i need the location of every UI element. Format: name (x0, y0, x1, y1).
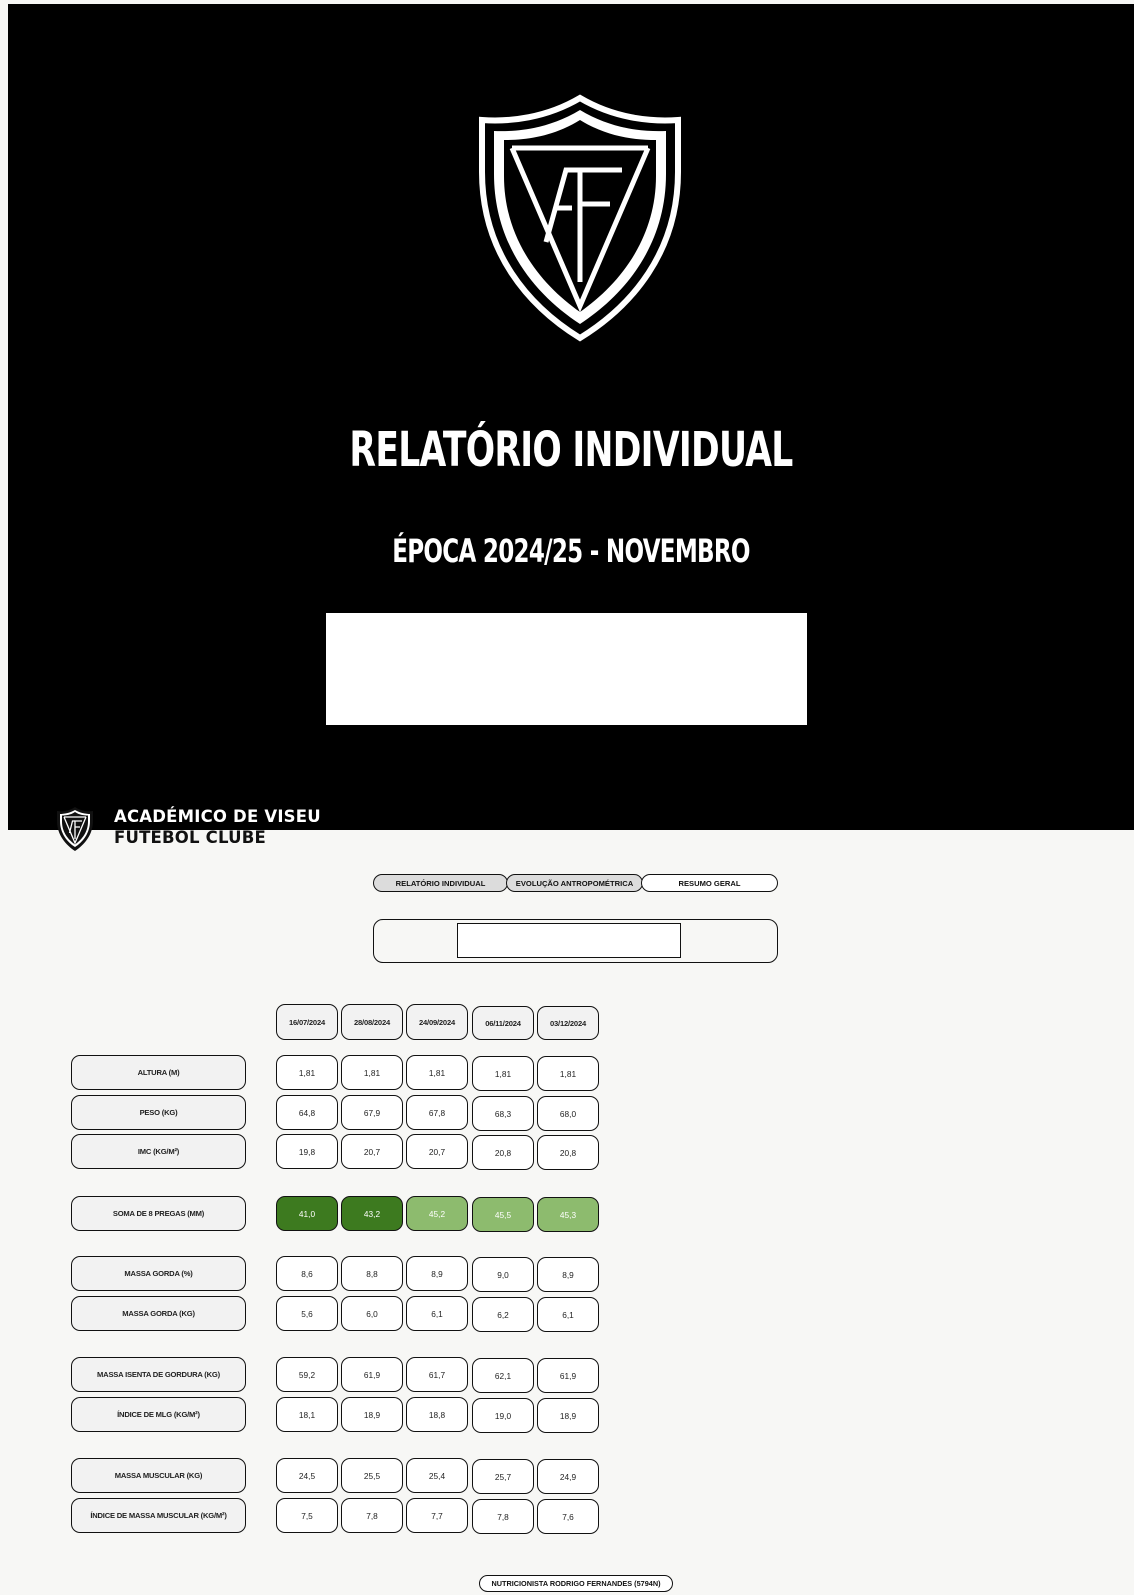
cover-section: RELATÓRIO INDIVIDUAL ÉPOCA 2024/25 - NOV… (8, 4, 1134, 830)
tab-evolucao-antropometrica[interactable]: EVOLUÇÃO ANTROPOMÉTRICA (506, 874, 643, 892)
metric-value: 18,8 (406, 1397, 468, 1432)
metric-value: 61,7 (406, 1357, 468, 1392)
metric-value: 18,9 (537, 1398, 599, 1433)
shield-logo-icon (57, 807, 93, 851)
metric-label: IMC (KG/M²) (71, 1134, 246, 1169)
metric-label: MASSA GORDA (%) (71, 1256, 246, 1291)
metric-value: 45,3 (537, 1197, 599, 1232)
metric-value: 25,7 (472, 1459, 534, 1494)
metric-label: MASSA ISENTA DE GORDURA (KG) (71, 1357, 246, 1392)
metric-value: 1,81 (472, 1056, 534, 1091)
metric-value: 24,5 (276, 1458, 338, 1493)
club-header: ACADÉMICO DE VISEU FUTEBOL CLUBE (56, 806, 321, 854)
metric-value: 20,8 (537, 1135, 599, 1170)
metric-value: 45,2 (406, 1196, 468, 1231)
metric-label: PESO (KG) (71, 1095, 246, 1130)
metric-value: 8,6 (276, 1256, 338, 1291)
metric-value: 7,8 (341, 1498, 403, 1533)
metric-value: 7,5 (276, 1498, 338, 1533)
metric-label: ALTURA (M) (71, 1055, 246, 1090)
nutritionist-badge: NUTRICIONISTA RODRIGO FERNANDES (5794N) (479, 1575, 673, 1592)
metric-value: 25,5 (341, 1458, 403, 1493)
metric-value: 64,8 (276, 1095, 338, 1130)
metric-value: 6,0 (341, 1296, 403, 1331)
metric-value: 19,0 (472, 1398, 534, 1433)
metric-value: 41,0 (276, 1196, 338, 1231)
metric-value: 20,7 (406, 1134, 468, 1169)
date-header: 24/09/2024 (406, 1004, 468, 1040)
metric-label: SOMA DE 8 PREGAS (MM) (71, 1196, 246, 1231)
metric-value: 18,1 (276, 1397, 338, 1432)
metric-label: MASSA GORDA (KG) (71, 1296, 246, 1331)
metric-value: 1,81 (276, 1055, 338, 1090)
metric-value: 20,7 (341, 1134, 403, 1169)
metric-value: 7,6 (537, 1499, 599, 1534)
metric-value: 6,1 (537, 1297, 599, 1332)
metric-value: 68,0 (537, 1096, 599, 1131)
metric-value: 43,2 (341, 1196, 403, 1231)
metric-value: 6,2 (472, 1297, 534, 1332)
metric-value: 59,2 (276, 1357, 338, 1392)
metric-value: 7,8 (472, 1499, 534, 1534)
metric-value: 18,9 (341, 1397, 403, 1432)
metric-value: 20,8 (472, 1135, 534, 1170)
club-name-line1: ACADÉMICO DE VISEU (114, 807, 321, 826)
shield-logo-icon (479, 94, 681, 342)
date-header: 03/12/2024 (537, 1006, 599, 1040)
metric-value: 1,81 (341, 1055, 403, 1090)
metric-value: 6,1 (406, 1296, 468, 1331)
report-title: RELATÓRIO INDIVIDUAL (349, 422, 793, 478)
date-header: 28/08/2024 (341, 1004, 403, 1040)
metric-value: 9,0 (472, 1257, 534, 1292)
metric-value: 8,9 (406, 1256, 468, 1291)
club-name-line2: FUTEBOL CLUBE (114, 828, 266, 847)
metric-value: 68,3 (472, 1096, 534, 1131)
metric-label: ÍNDICE DE MLG (KG/M²) (71, 1397, 246, 1432)
athlete-name-frame (373, 919, 778, 963)
metric-value: 8,8 (341, 1256, 403, 1291)
metric-value: 19,8 (276, 1134, 338, 1169)
metric-value: 25,4 (406, 1458, 468, 1493)
player-name-box (326, 613, 807, 725)
metric-value: 67,9 (341, 1095, 403, 1130)
metric-value: 1,81 (406, 1055, 468, 1090)
metric-value: 24,9 (537, 1459, 599, 1494)
tab-resumo-geral[interactable]: RESUMO GERAL (641, 874, 778, 892)
club-name: ACADÉMICO DE VISEU FUTEBOL CLUBE (114, 806, 321, 848)
metric-value: 7,7 (406, 1498, 468, 1533)
metric-value: 61,9 (537, 1358, 599, 1393)
metric-value: 45,5 (472, 1197, 534, 1232)
metric-label: MASSA MUSCULAR (KG) (71, 1458, 246, 1493)
metric-label: ÍNDICE DE MASSA MUSCULAR (KG/M²) (71, 1498, 246, 1533)
tab-relatorio-individual[interactable]: RELATÓRIO INDIVIDUAL (373, 874, 508, 892)
metric-value: 8,9 (537, 1257, 599, 1292)
metric-value: 1,81 (537, 1056, 599, 1091)
date-header: 16/07/2024 (276, 1004, 338, 1040)
athlete-name-field (457, 923, 681, 958)
season-subtitle: ÉPOCA 2024/25 - NOVEMBRO (392, 532, 750, 570)
metric-value: 61,9 (341, 1357, 403, 1392)
metric-value: 67,8 (406, 1095, 468, 1130)
metric-value: 5,6 (276, 1296, 338, 1331)
metric-value: 62,1 (472, 1358, 534, 1393)
date-header: 06/11/2024 (472, 1006, 534, 1040)
